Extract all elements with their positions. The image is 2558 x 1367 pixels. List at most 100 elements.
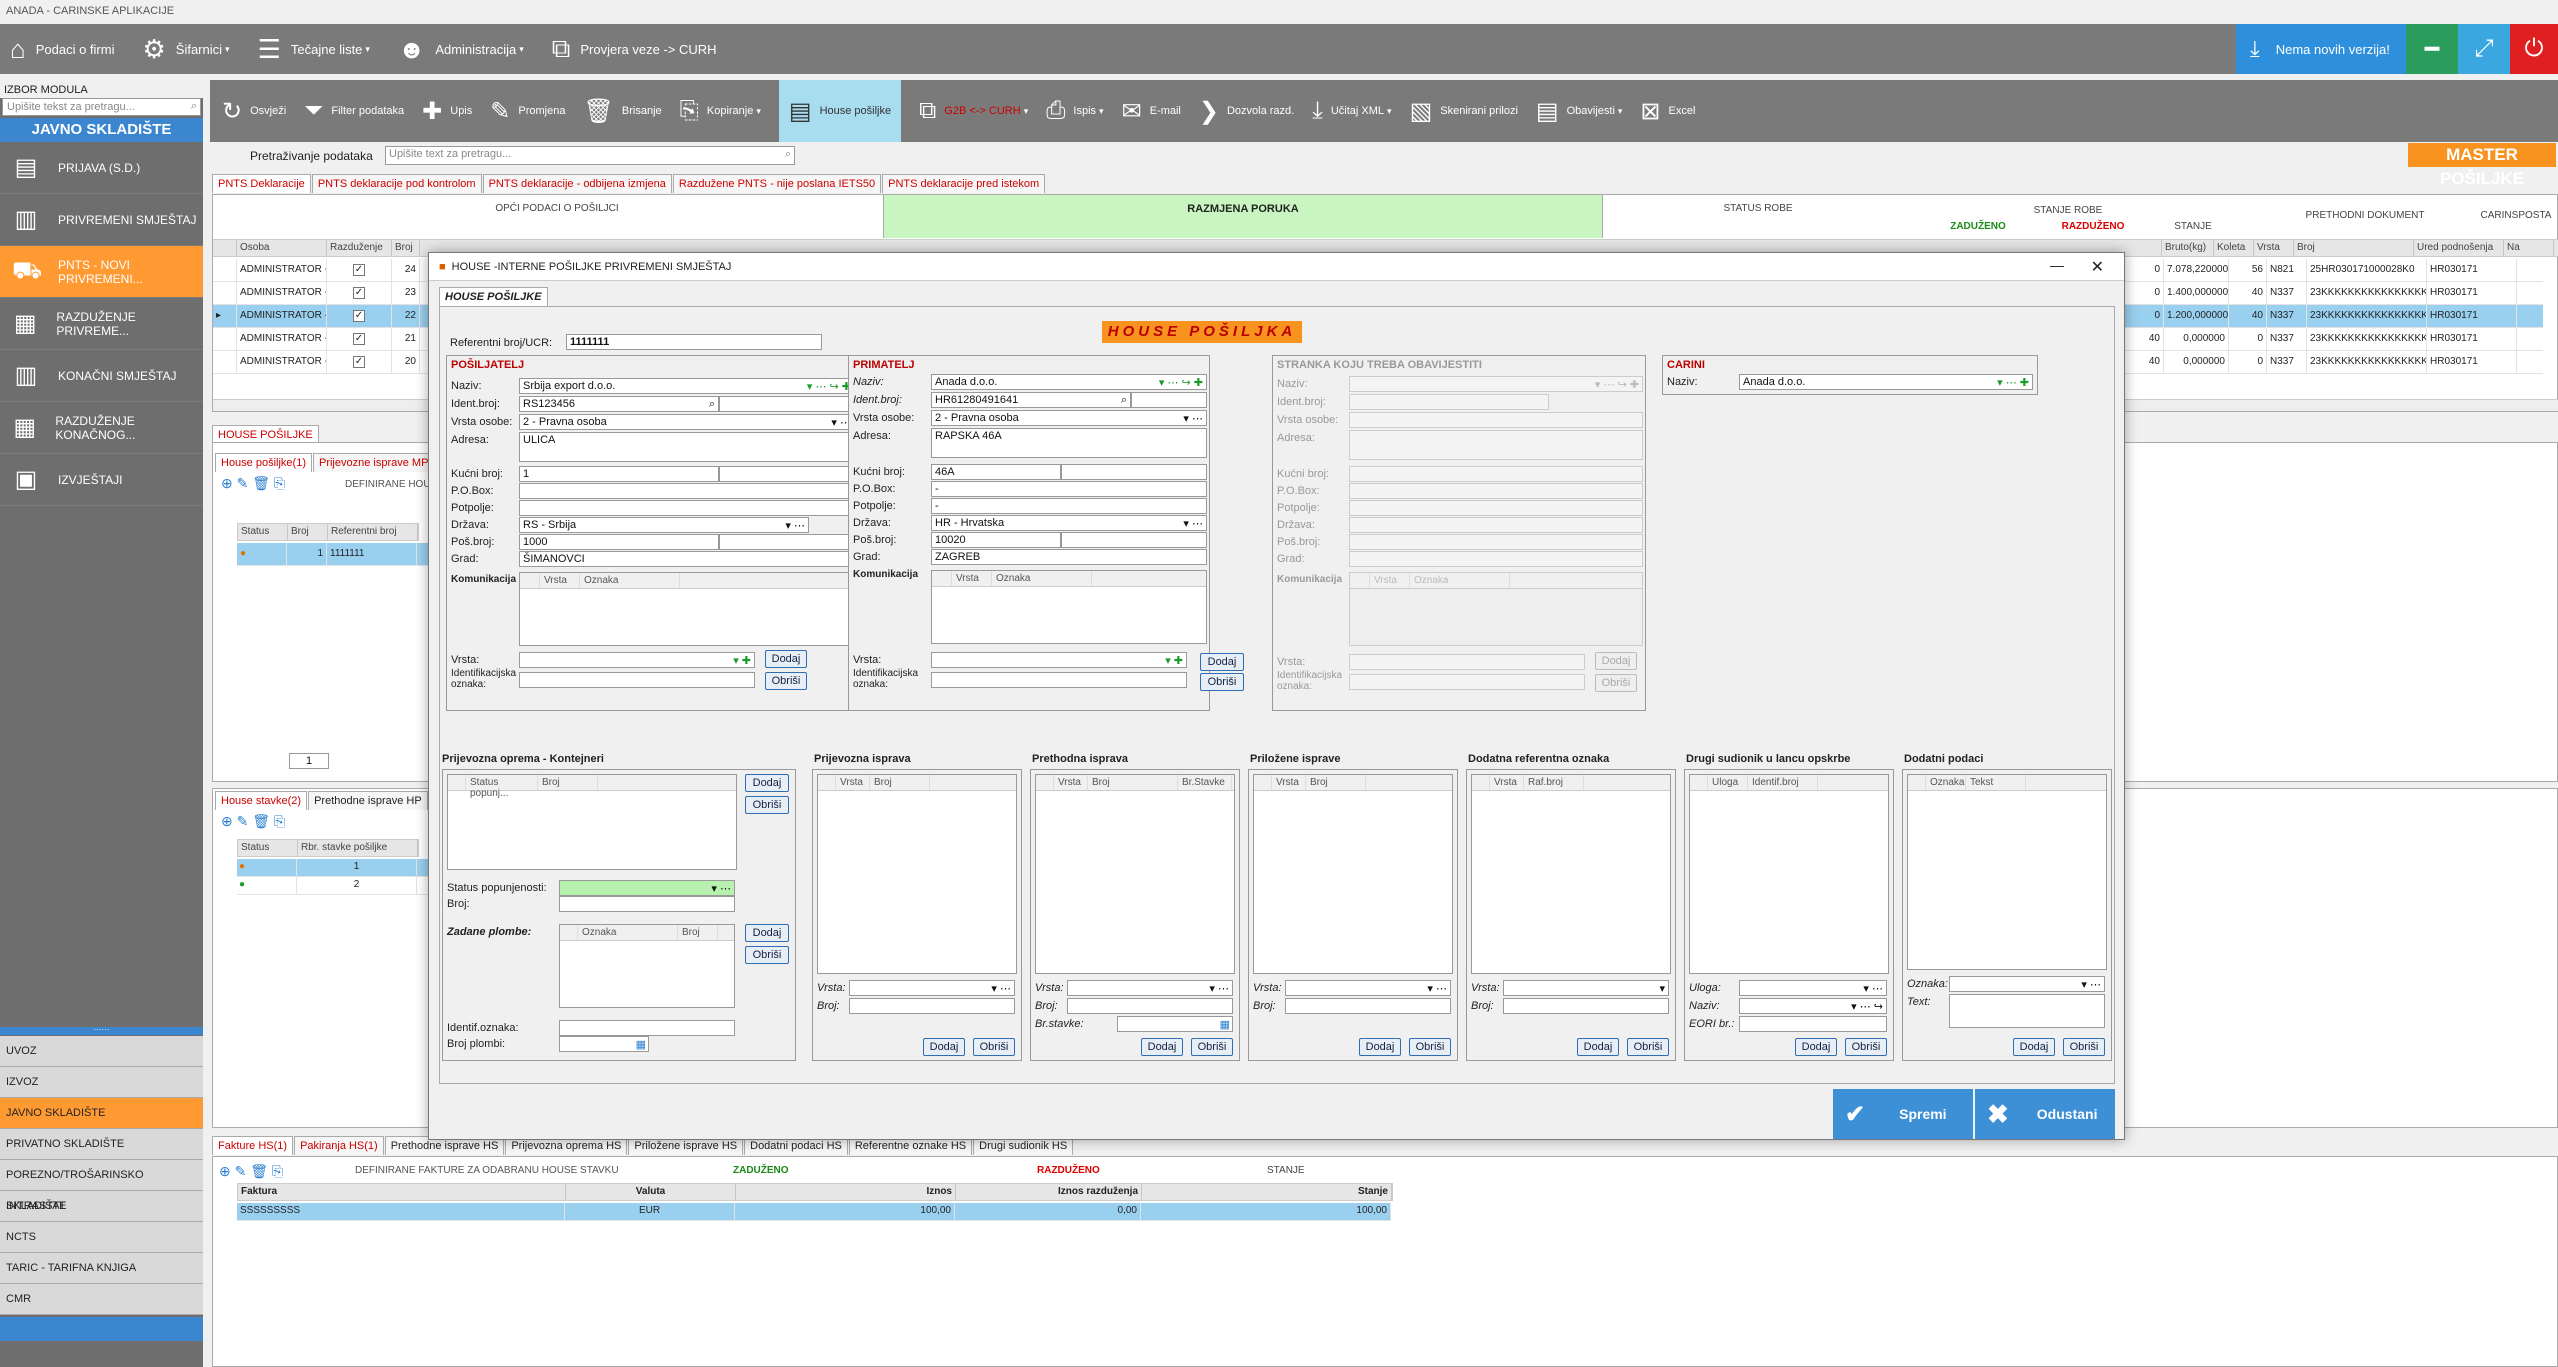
dodatni-dodaj-button[interactable]: Dodaj	[2013, 1038, 2055, 1056]
posiljatelj-ident-input[interactable]: RS123456 ⌕	[519, 396, 719, 412]
tab-pod-kontrolom[interactable]: PNTS deklaracije pod kontrolom	[311, 174, 482, 193]
broj-plombi-input[interactable]: ▦	[559, 1036, 649, 1052]
oprema-dodaj-button[interactable]: Dodaj	[745, 774, 789, 792]
print-button[interactable]: ⎙ Ispis ▾	[1046, 80, 1103, 142]
load-xml-button[interactable]: ⤓ Učitaj XML ▾	[1312, 80, 1391, 142]
prilozene-dodaj-button[interactable]: Dodaj	[1359, 1038, 1401, 1056]
col-status[interactable]: Status	[238, 524, 288, 540]
dodatna-ref-vrsta-select[interactable]: ▾	[1503, 980, 1669, 996]
primatelj-kucni-broj-input[interactable]: 46A	[931, 464, 1061, 480]
table-row[interactable]: SSSSSSSSS EUR 100,00 0,00 100,00	[237, 1203, 1391, 1221]
posiljatelj-adresa-input[interactable]: ULICA	[519, 432, 855, 462]
tab-odbijena-izmjena[interactable]: PNTS deklaracije - odbijena izmjena	[482, 174, 672, 193]
data-search-input[interactable]: Upišite text za pretragu... ⌕	[385, 146, 795, 165]
dodatna-ref-obrisi-button[interactable]: Obriši	[1627, 1038, 1669, 1056]
checkbox[interactable]: ✓	[353, 356, 365, 368]
col-ured[interactable]: Ured podnošenja	[2414, 240, 2504, 256]
checkbox[interactable]: ✓	[353, 333, 365, 345]
posiljatelj-ident-extra[interactable]	[719, 396, 855, 412]
col-iznos-razduzenja[interactable]: Iznos razduženja	[956, 1184, 1142, 1200]
drugi-obrisi-button[interactable]: Obriši	[1845, 1038, 1887, 1056]
minimize-icon[interactable]: —	[2050, 257, 2064, 273]
checkbox[interactable]: ✓	[353, 287, 365, 299]
plombe-dodaj-button[interactable]: Dodaj	[745, 924, 789, 942]
col-osoba[interactable]: Osoba	[237, 240, 327, 256]
posiljatelj-post-extra[interactable]	[719, 534, 855, 550]
menu-administracija[interactable]: ☻ Administracija ▾	[398, 24, 524, 74]
primatelj-ident-input[interactable]: HR61280491641 ⌕	[931, 392, 1131, 408]
add-button[interactable]: ✚ Upis	[422, 80, 472, 142]
cancel-button[interactable]: ✖ Odustani	[1975, 1089, 2115, 1139]
col-stanje[interactable]: Stanje	[1142, 1184, 1392, 1200]
plombe-identif-input[interactable]	[559, 1020, 735, 1036]
prethodna-dodaj-button[interactable]: Dodaj	[1141, 1038, 1183, 1056]
col-razduzenje[interactable]: Razduženje	[327, 240, 392, 256]
drugi-dodaj-button[interactable]: Dodaj	[1795, 1038, 1837, 1056]
sidebar-item-razduzenje-konacnog[interactable]: ▦ RAZDUŽENJE KONAČNOG...	[0, 402, 203, 454]
module-taric[interactable]: TARIC - TARIFNA KNJIGA	[0, 1253, 203, 1284]
edit-button[interactable]: ✎ Promjena	[490, 80, 565, 142]
primatelj-kucni-extra[interactable]	[1061, 464, 1207, 480]
tab-house-posiljke-1[interactable]: House pošiljke(1)	[215, 453, 312, 472]
dodatna-ref-broj-input[interactable]	[1503, 998, 1669, 1014]
refresh-button[interactable]: ↻ Osvježi	[222, 80, 286, 142]
fullscreen-button[interactable]: ⤢	[2458, 24, 2510, 74]
tab-pred-istekom[interactable]: PNTS deklaracije pred istekom	[882, 174, 1046, 193]
tab-pakiranja-hs[interactable]: Pakiranja HS(1)	[294, 1136, 384, 1155]
tab-prethodne-isprave-hp[interactable]: Prethodne isprave HP	[308, 791, 428, 810]
dodatna-ref-dodaj-button[interactable]: Dodaj	[1577, 1038, 1619, 1056]
posiljatelj-obrisi-button[interactable]: Obriši	[765, 672, 807, 690]
dropdown-controls-icon[interactable]: ▾ ⋯ ↪ ✚	[1159, 376, 1203, 389]
notices-button[interactable]: ▤ Obavijesti ▾	[1536, 80, 1623, 142]
posiljatelj-drzava-select[interactable]: RS - Srbija ▾ ⋯	[519, 517, 809, 533]
prijevozna-broj-input[interactable]	[849, 998, 1015, 1014]
sidebar-search-input[interactable]: Upišite tekst za pretragu... ⌕	[2, 98, 201, 116]
stavke-toolbar-icons[interactable]: ⊕ ✎ 🗑 ⎘	[221, 813, 285, 830]
tab-house-stavke[interactable]: House stavke(2)	[215, 791, 308, 810]
primatelj-vrsta-osobe-select[interactable]: 2 - Pravna osoba ▾ ⋯	[931, 410, 1207, 426]
calendar-icon[interactable]: ▦	[1220, 1018, 1230, 1031]
dodatni-obrisi-button[interactable]: Obriši	[2063, 1038, 2105, 1056]
scanned-attachments-button[interactable]: ▧ Skenirani prilozi	[1410, 80, 1518, 142]
tab-pnts-deklaracije[interactable]: PNTS Deklaracije	[212, 174, 311, 193]
prethodna-obrisi-button[interactable]: Obriši	[1191, 1038, 1233, 1056]
prilozene-broj-input[interactable]	[1285, 998, 1451, 1014]
calendar-icon[interactable]: ▦	[636, 1038, 646, 1051]
prijevozna-obrisi-button[interactable]: Obriši	[973, 1038, 1015, 1056]
primatelj-ident-extra[interactable]	[1131, 392, 1207, 408]
posiljatelj-kom-oznaka-input[interactable]	[519, 672, 755, 688]
stranka-potpolje-input[interactable]	[1349, 500, 1643, 516]
stranka-post-input[interactable]	[1349, 534, 1643, 550]
dodatni-text-input[interactable]	[1949, 994, 2105, 1028]
primatelj-dodaj-button[interactable]: Dodaj	[1200, 653, 1244, 671]
copy-button[interactable]: ⎘ Kopiranje ▾	[680, 80, 761, 142]
new-version-button[interactable]: ⤓ Nema novih verzija!	[2236, 24, 2406, 74]
posiljatelj-grad-input[interactable]: ŠIMANOVCI	[519, 551, 855, 567]
stranka-naziv-input[interactable]: ▾ ⋯ ↪ ✚	[1349, 376, 1643, 392]
sidebar-item-pnts[interactable]: ⛟ PNTS - NOVI PRIVREMENI...	[0, 246, 203, 298]
minimize-button[interactable]: ━	[2406, 24, 2458, 74]
primatelj-obrisi-button[interactable]: Obriši	[1200, 673, 1244, 691]
module-uvoz[interactable]: UVOZ	[0, 1036, 203, 1067]
posiljatelj-potpolje-input[interactable]	[519, 500, 855, 516]
search-icon[interactable]: ⌕	[1121, 394, 1127, 407]
dodatni-oznaka-select[interactable]: ▾ ⋯	[1949, 976, 2105, 992]
col-referentni-broj[interactable]: Referentni broj	[328, 524, 418, 540]
status-popunjenosti-select[interactable]: ▾ ⋯	[559, 880, 735, 896]
ref-input[interactable]: 1111111	[566, 334, 822, 350]
col-broj[interactable]: Broj	[288, 524, 328, 540]
prijevozna-vrsta-select[interactable]: ▾ ⋯	[849, 980, 1015, 996]
primatelj-drzava-select[interactable]: HR - Hrvatska ▾ ⋯	[931, 515, 1207, 531]
sidebar-item-izvjestaji[interactable]: ▣ IZVJEŠTAJI	[0, 454, 203, 506]
house-toolbar-icons[interactable]: ⊕ ✎ 🗑 ⎘	[221, 475, 285, 492]
module-javno-skladiste[interactable]: JAVNO SKLADIŠTE	[0, 1098, 203, 1129]
stranka-kom-vrsta-select[interactable]	[1349, 654, 1585, 670]
prethodna-br-stavke-input[interactable]: ▦	[1117, 1016, 1233, 1032]
drugi-naziv-select[interactable]: ▾ ⋯ ↪	[1739, 998, 1887, 1014]
prethodna-broj-input[interactable]	[1067, 998, 1233, 1014]
menu-provjera-veze[interactable]: ⧉ Provjera veze -> CURH	[552, 24, 717, 74]
tab-fakture-hs[interactable]: Fakture HS(1)	[212, 1136, 294, 1155]
sidebar-item-konacni[interactable]: ▥ KONAČNI SMJEŠTAJ	[0, 350, 203, 402]
col-na[interactable]: Na	[2504, 240, 2554, 256]
posiljatelj-vrsta-osobe-select[interactable]: 2 - Pravna osoba ▾ ⋯	[519, 414, 855, 430]
